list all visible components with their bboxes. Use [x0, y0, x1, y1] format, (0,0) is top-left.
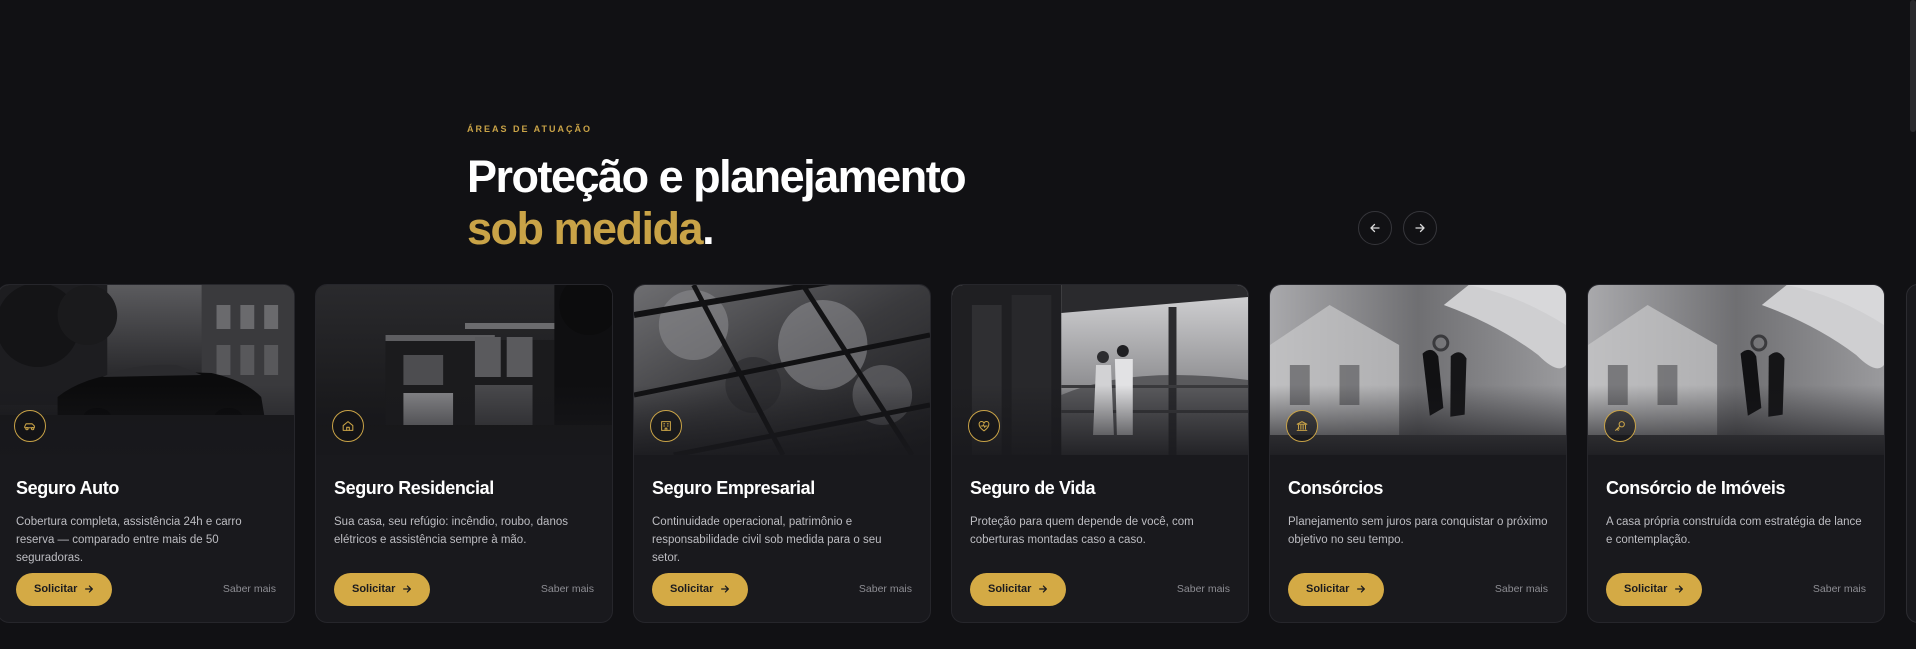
card-title: Consórcios: [1288, 478, 1384, 498]
section-title-dot: .: [702, 203, 715, 254]
service-card-business[interactable]: Seguro Empresarial Continuidade operacio…: [633, 284, 931, 623]
request-button-label: Solicitar: [1306, 583, 1350, 595]
card-body: Seguro de Vida Proteção para quem depend…: [952, 477, 1248, 549]
card-body: Consórcio de Imóveis A casa própria cons…: [1588, 477, 1884, 549]
arrow-right-icon: [85, 585, 94, 593]
card-icon-badge: [650, 410, 682, 442]
card-title: Seguro de Vida: [970, 478, 1096, 498]
arrow-right-icon: [1357, 585, 1366, 593]
services-carousel[interactable]: Seguro Auto Cobertura completa, assistên…: [0, 284, 1916, 624]
arrow-right-icon: [403, 585, 412, 593]
learn-more-link[interactable]: Saber mais: [859, 583, 912, 595]
section-title-line-2: sob medida.: [467, 203, 1067, 255]
request-button-label: Solicitar: [1624, 583, 1668, 595]
section-header: ÁREAS DE ATUAÇÃO Proteção e planejamento…: [467, 124, 1067, 255]
request-button[interactable]: Solicitar: [1606, 572, 1703, 606]
card-description: Planejamento sem juros para conquistar o…: [1288, 516, 1548, 546]
card-image-house: [316, 285, 612, 455]
arrow-right-icon: [1415, 223, 1425, 233]
service-card-consortium[interactable]: Consórcios Planejamento sem juros para c…: [1269, 284, 1567, 623]
carousel-prev-button[interactable]: [1358, 211, 1392, 245]
scrollbar-thumb[interactable]: [1910, 0, 1916, 132]
card-actions: Solicitar Saber mais: [1288, 572, 1548, 606]
arrow-left-icon: [1370, 223, 1380, 233]
card-description: A casa própria construída com estratégia…: [1606, 516, 1862, 546]
card-description: Sua casa, seu refúgio: incêndio, roubo, …: [334, 516, 568, 546]
learn-more-link[interactable]: Saber mais: [1177, 583, 1230, 595]
card-title: Seguro Auto: [16, 478, 119, 498]
card-icon-badge: [1604, 410, 1636, 442]
card-description: Continuidade operacional, patrimônio e r…: [652, 516, 882, 564]
request-button[interactable]: Solicitar: [1288, 572, 1385, 606]
card-title: Seguro Empresarial: [652, 478, 815, 498]
card-icon-badge: [1286, 410, 1318, 442]
arrow-right-icon: [1675, 585, 1684, 593]
section-eyebrow: ÁREAS DE ATUAÇÃO: [467, 124, 593, 134]
card-image-keys: [1270, 285, 1566, 455]
learn-more-link[interactable]: Saber mais: [541, 583, 594, 595]
card-title: Seguro Residencial: [334, 478, 494, 498]
building-icon: [661, 421, 671, 431]
learn-more-link[interactable]: Saber mais: [1813, 583, 1866, 595]
card-description: Proteção para quem depende de você, com …: [970, 516, 1194, 546]
card-icon-badge: [968, 410, 1000, 442]
service-card-auto[interactable]: Seguro Auto Cobertura completa, assistên…: [0, 284, 295, 623]
section-title-line-1: Proteção e planejamento: [467, 151, 967, 202]
service-card-residential[interactable]: Seguro Residencial Sua casa, seu refúgio…: [315, 284, 613, 623]
bank-icon: [1296, 421, 1308, 431]
card-body: Seguro Auto Cobertura completa, assistên…: [0, 477, 294, 564]
carousel-next-button[interactable]: [1403, 211, 1437, 245]
card-actions: Solicitar Saber mais: [334, 572, 594, 606]
card-body: Seguro Empresarial Continuidade operacio…: [634, 477, 930, 564]
key-icon: [1615, 421, 1625, 431]
request-button-label: Solicitar: [34, 583, 78, 595]
card-description: Cobertura completa, assistência 24h e ca…: [16, 516, 242, 564]
request-button-label: Solicitar: [352, 583, 396, 595]
card-actions: Solicitar Saber mais: [970, 572, 1230, 606]
card-actions: Solicitar Saber mais: [1606, 572, 1866, 606]
request-button-label: Solicitar: [670, 583, 714, 595]
card-actions: Solicitar Saber mais: [652, 572, 912, 606]
card-title: Consórcio de Imóveis: [1606, 478, 1786, 498]
arrow-right-icon: [1039, 585, 1048, 593]
service-card-real-estate-consortium[interactable]: Consórcio de Imóveis A casa própria cons…: [1587, 284, 1885, 623]
card-body: Seguro Residencial Sua casa, seu refúgio…: [316, 477, 612, 549]
card-icon-badge: [332, 410, 364, 442]
service-card-life[interactable]: Seguro de Vida Proteção para quem depend…: [951, 284, 1249, 623]
arrow-right-icon: [721, 585, 730, 593]
card-image-keys: [1588, 285, 1884, 455]
learn-more-link[interactable]: Saber mais: [223, 583, 276, 595]
section-title-highlight: sob medida: [467, 203, 704, 254]
car-icon: [24, 423, 35, 431]
request-button-label: Solicitar: [988, 583, 1032, 595]
card-image-glass-building: [634, 285, 930, 455]
service-card-next-partial[interactable]: [1906, 284, 1916, 623]
heart-pulse-icon: [978, 421, 990, 432]
card-image-car: [0, 285, 294, 455]
card-icon-badge: [14, 410, 46, 442]
learn-more-link[interactable]: Saber mais: [1495, 583, 1548, 595]
request-button[interactable]: Solicitar: [970, 572, 1067, 606]
request-button[interactable]: Solicitar: [16, 572, 113, 606]
card-actions: Solicitar Saber mais: [16, 572, 276, 606]
card-image-couple: [952, 285, 1248, 455]
card-body: Consórcios Planejamento sem juros para c…: [1270, 477, 1566, 549]
page: ÁREAS DE ATUAÇÃO Proteção e planejamento…: [0, 0, 1916, 649]
section-title: Proteção e planejamento sob medida.: [467, 151, 1067, 255]
request-button[interactable]: Solicitar: [652, 572, 749, 606]
request-button[interactable]: Solicitar: [334, 572, 431, 606]
home-icon: [342, 421, 354, 431]
